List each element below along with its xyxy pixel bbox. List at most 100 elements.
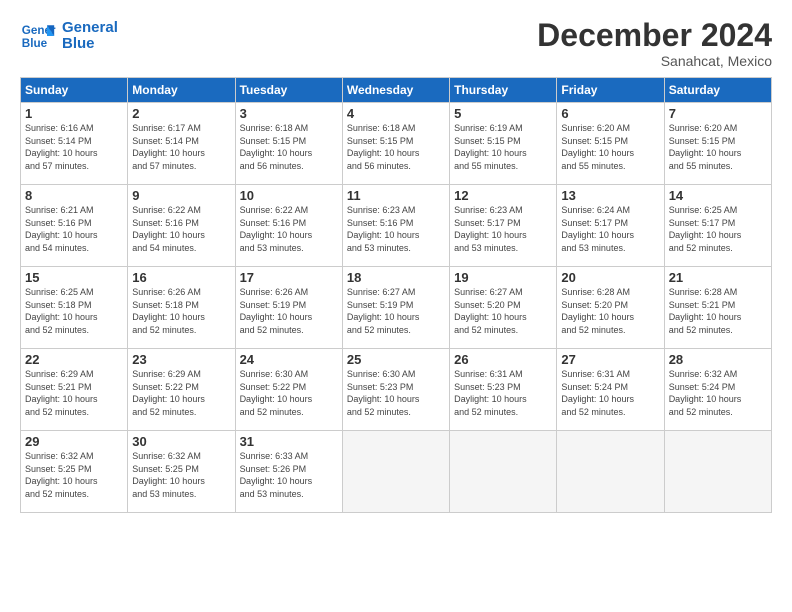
header: General Blue General Blue December 2024 …	[20, 18, 772, 69]
day-info: Sunrise: 6:33 AM Sunset: 5:26 PM Dayligh…	[240, 450, 338, 500]
day-number: 28	[669, 352, 767, 367]
day-info: Sunrise: 6:32 AM Sunset: 5:24 PM Dayligh…	[669, 368, 767, 418]
day-number: 16	[132, 270, 230, 285]
day-number: 27	[561, 352, 659, 367]
day-info: Sunrise: 6:30 AM Sunset: 5:23 PM Dayligh…	[347, 368, 445, 418]
calendar-cell: 5Sunrise: 6:19 AM Sunset: 5:15 PM Daylig…	[450, 103, 557, 185]
calendar-cell	[450, 431, 557, 513]
calendar-cell: 18Sunrise: 6:27 AM Sunset: 5:19 PM Dayli…	[342, 267, 449, 349]
calendar-cell: 17Sunrise: 6:26 AM Sunset: 5:19 PM Dayli…	[235, 267, 342, 349]
calendar-cell: 14Sunrise: 6:25 AM Sunset: 5:17 PM Dayli…	[664, 185, 771, 267]
calendar-header-wednesday: Wednesday	[342, 78, 449, 103]
calendar-cell: 11Sunrise: 6:23 AM Sunset: 5:16 PM Dayli…	[342, 185, 449, 267]
calendar-cell: 12Sunrise: 6:23 AM Sunset: 5:17 PM Dayli…	[450, 185, 557, 267]
calendar-cell: 31Sunrise: 6:33 AM Sunset: 5:26 PM Dayli…	[235, 431, 342, 513]
logo-text: General Blue	[62, 20, 118, 53]
calendar-cell: 4Sunrise: 6:18 AM Sunset: 5:15 PM Daylig…	[342, 103, 449, 185]
calendar-cell: 23Sunrise: 6:29 AM Sunset: 5:22 PM Dayli…	[128, 349, 235, 431]
calendar-cell: 29Sunrise: 6:32 AM Sunset: 5:25 PM Dayli…	[21, 431, 128, 513]
day-info: Sunrise: 6:23 AM Sunset: 5:16 PM Dayligh…	[347, 204, 445, 254]
calendar-cell: 10Sunrise: 6:22 AM Sunset: 5:16 PM Dayli…	[235, 185, 342, 267]
day-number: 18	[347, 270, 445, 285]
day-info: Sunrise: 6:24 AM Sunset: 5:17 PM Dayligh…	[561, 204, 659, 254]
day-number: 15	[25, 270, 123, 285]
day-info: Sunrise: 6:28 AM Sunset: 5:21 PM Dayligh…	[669, 286, 767, 336]
day-number: 17	[240, 270, 338, 285]
title-block: December 2024 Sanahcat, Mexico	[537, 18, 772, 69]
day-info: Sunrise: 6:17 AM Sunset: 5:14 PM Dayligh…	[132, 122, 230, 172]
day-number: 11	[347, 188, 445, 203]
day-info: Sunrise: 6:20 AM Sunset: 5:15 PM Dayligh…	[561, 122, 659, 172]
day-number: 3	[240, 106, 338, 121]
calendar-week-5: 29Sunrise: 6:32 AM Sunset: 5:25 PM Dayli…	[21, 431, 772, 513]
day-number: 21	[669, 270, 767, 285]
page: General Blue General Blue December 2024 …	[0, 0, 792, 612]
calendar-header-sunday: Sunday	[21, 78, 128, 103]
day-number: 23	[132, 352, 230, 367]
day-info: Sunrise: 6:18 AM Sunset: 5:15 PM Dayligh…	[347, 122, 445, 172]
day-number: 22	[25, 352, 123, 367]
day-info: Sunrise: 6:26 AM Sunset: 5:19 PM Dayligh…	[240, 286, 338, 336]
calendar-cell: 27Sunrise: 6:31 AM Sunset: 5:24 PM Dayli…	[557, 349, 664, 431]
day-info: Sunrise: 6:20 AM Sunset: 5:15 PM Dayligh…	[669, 122, 767, 172]
calendar-week-4: 22Sunrise: 6:29 AM Sunset: 5:21 PM Dayli…	[21, 349, 772, 431]
day-info: Sunrise: 6:31 AM Sunset: 5:24 PM Dayligh…	[561, 368, 659, 418]
calendar-cell: 6Sunrise: 6:20 AM Sunset: 5:15 PM Daylig…	[557, 103, 664, 185]
header-row: SundayMondayTuesdayWednesdayThursdayFrid…	[21, 78, 772, 103]
day-info: Sunrise: 6:32 AM Sunset: 5:25 PM Dayligh…	[25, 450, 123, 500]
day-info: Sunrise: 6:22 AM Sunset: 5:16 PM Dayligh…	[240, 204, 338, 254]
day-info: Sunrise: 6:25 AM Sunset: 5:18 PM Dayligh…	[25, 286, 123, 336]
calendar-cell: 22Sunrise: 6:29 AM Sunset: 5:21 PM Dayli…	[21, 349, 128, 431]
day-info: Sunrise: 6:16 AM Sunset: 5:14 PM Dayligh…	[25, 122, 123, 172]
logo-icon: General Blue	[20, 18, 56, 54]
day-info: Sunrise: 6:31 AM Sunset: 5:23 PM Dayligh…	[454, 368, 552, 418]
day-info: Sunrise: 6:27 AM Sunset: 5:19 PM Dayligh…	[347, 286, 445, 336]
day-info: Sunrise: 6:21 AM Sunset: 5:16 PM Dayligh…	[25, 204, 123, 254]
day-info: Sunrise: 6:29 AM Sunset: 5:21 PM Dayligh…	[25, 368, 123, 418]
calendar-week-1: 1Sunrise: 6:16 AM Sunset: 5:14 PM Daylig…	[21, 103, 772, 185]
calendar-cell: 25Sunrise: 6:30 AM Sunset: 5:23 PM Dayli…	[342, 349, 449, 431]
day-info: Sunrise: 6:28 AM Sunset: 5:20 PM Dayligh…	[561, 286, 659, 336]
location-subtitle: Sanahcat, Mexico	[537, 53, 772, 69]
logo-line2: Blue	[62, 35, 95, 52]
calendar-header-tuesday: Tuesday	[235, 78, 342, 103]
day-number: 20	[561, 270, 659, 285]
day-info: Sunrise: 6:27 AM Sunset: 5:20 PM Dayligh…	[454, 286, 552, 336]
day-number: 29	[25, 434, 123, 449]
calendar-cell: 1Sunrise: 6:16 AM Sunset: 5:14 PM Daylig…	[21, 103, 128, 185]
calendar-week-2: 8Sunrise: 6:21 AM Sunset: 5:16 PM Daylig…	[21, 185, 772, 267]
day-number: 10	[240, 188, 338, 203]
calendar-header-monday: Monday	[128, 78, 235, 103]
calendar-header-saturday: Saturday	[664, 78, 771, 103]
calendar-cell: 2Sunrise: 6:17 AM Sunset: 5:14 PM Daylig…	[128, 103, 235, 185]
calendar-cell: 15Sunrise: 6:25 AM Sunset: 5:18 PM Dayli…	[21, 267, 128, 349]
day-number: 7	[669, 106, 767, 121]
calendar-cell: 26Sunrise: 6:31 AM Sunset: 5:23 PM Dayli…	[450, 349, 557, 431]
day-number: 19	[454, 270, 552, 285]
day-number: 13	[561, 188, 659, 203]
calendar-cell: 13Sunrise: 6:24 AM Sunset: 5:17 PM Dayli…	[557, 185, 664, 267]
day-info: Sunrise: 6:23 AM Sunset: 5:17 PM Dayligh…	[454, 204, 552, 254]
calendar-cell	[557, 431, 664, 513]
day-info: Sunrise: 6:30 AM Sunset: 5:22 PM Dayligh…	[240, 368, 338, 418]
day-number: 12	[454, 188, 552, 203]
day-number: 1	[25, 106, 123, 121]
day-info: Sunrise: 6:32 AM Sunset: 5:25 PM Dayligh…	[132, 450, 230, 500]
day-info: Sunrise: 6:18 AM Sunset: 5:15 PM Dayligh…	[240, 122, 338, 172]
day-info: Sunrise: 6:29 AM Sunset: 5:22 PM Dayligh…	[132, 368, 230, 418]
calendar-cell: 24Sunrise: 6:30 AM Sunset: 5:22 PM Dayli…	[235, 349, 342, 431]
calendar-cell: 21Sunrise: 6:28 AM Sunset: 5:21 PM Dayli…	[664, 267, 771, 349]
calendar-cell: 20Sunrise: 6:28 AM Sunset: 5:20 PM Dayli…	[557, 267, 664, 349]
day-number: 5	[454, 106, 552, 121]
calendar-cell	[342, 431, 449, 513]
day-info: Sunrise: 6:26 AM Sunset: 5:18 PM Dayligh…	[132, 286, 230, 336]
day-number: 8	[25, 188, 123, 203]
day-info: Sunrise: 6:19 AM Sunset: 5:15 PM Dayligh…	[454, 122, 552, 172]
calendar-cell: 7Sunrise: 6:20 AM Sunset: 5:15 PM Daylig…	[664, 103, 771, 185]
calendar-cell: 9Sunrise: 6:22 AM Sunset: 5:16 PM Daylig…	[128, 185, 235, 267]
month-title: December 2024	[537, 18, 772, 53]
calendar-cell: 8Sunrise: 6:21 AM Sunset: 5:16 PM Daylig…	[21, 185, 128, 267]
calendar-cell: 19Sunrise: 6:27 AM Sunset: 5:20 PM Dayli…	[450, 267, 557, 349]
calendar-cell: 28Sunrise: 6:32 AM Sunset: 5:24 PM Dayli…	[664, 349, 771, 431]
day-number: 31	[240, 434, 338, 449]
